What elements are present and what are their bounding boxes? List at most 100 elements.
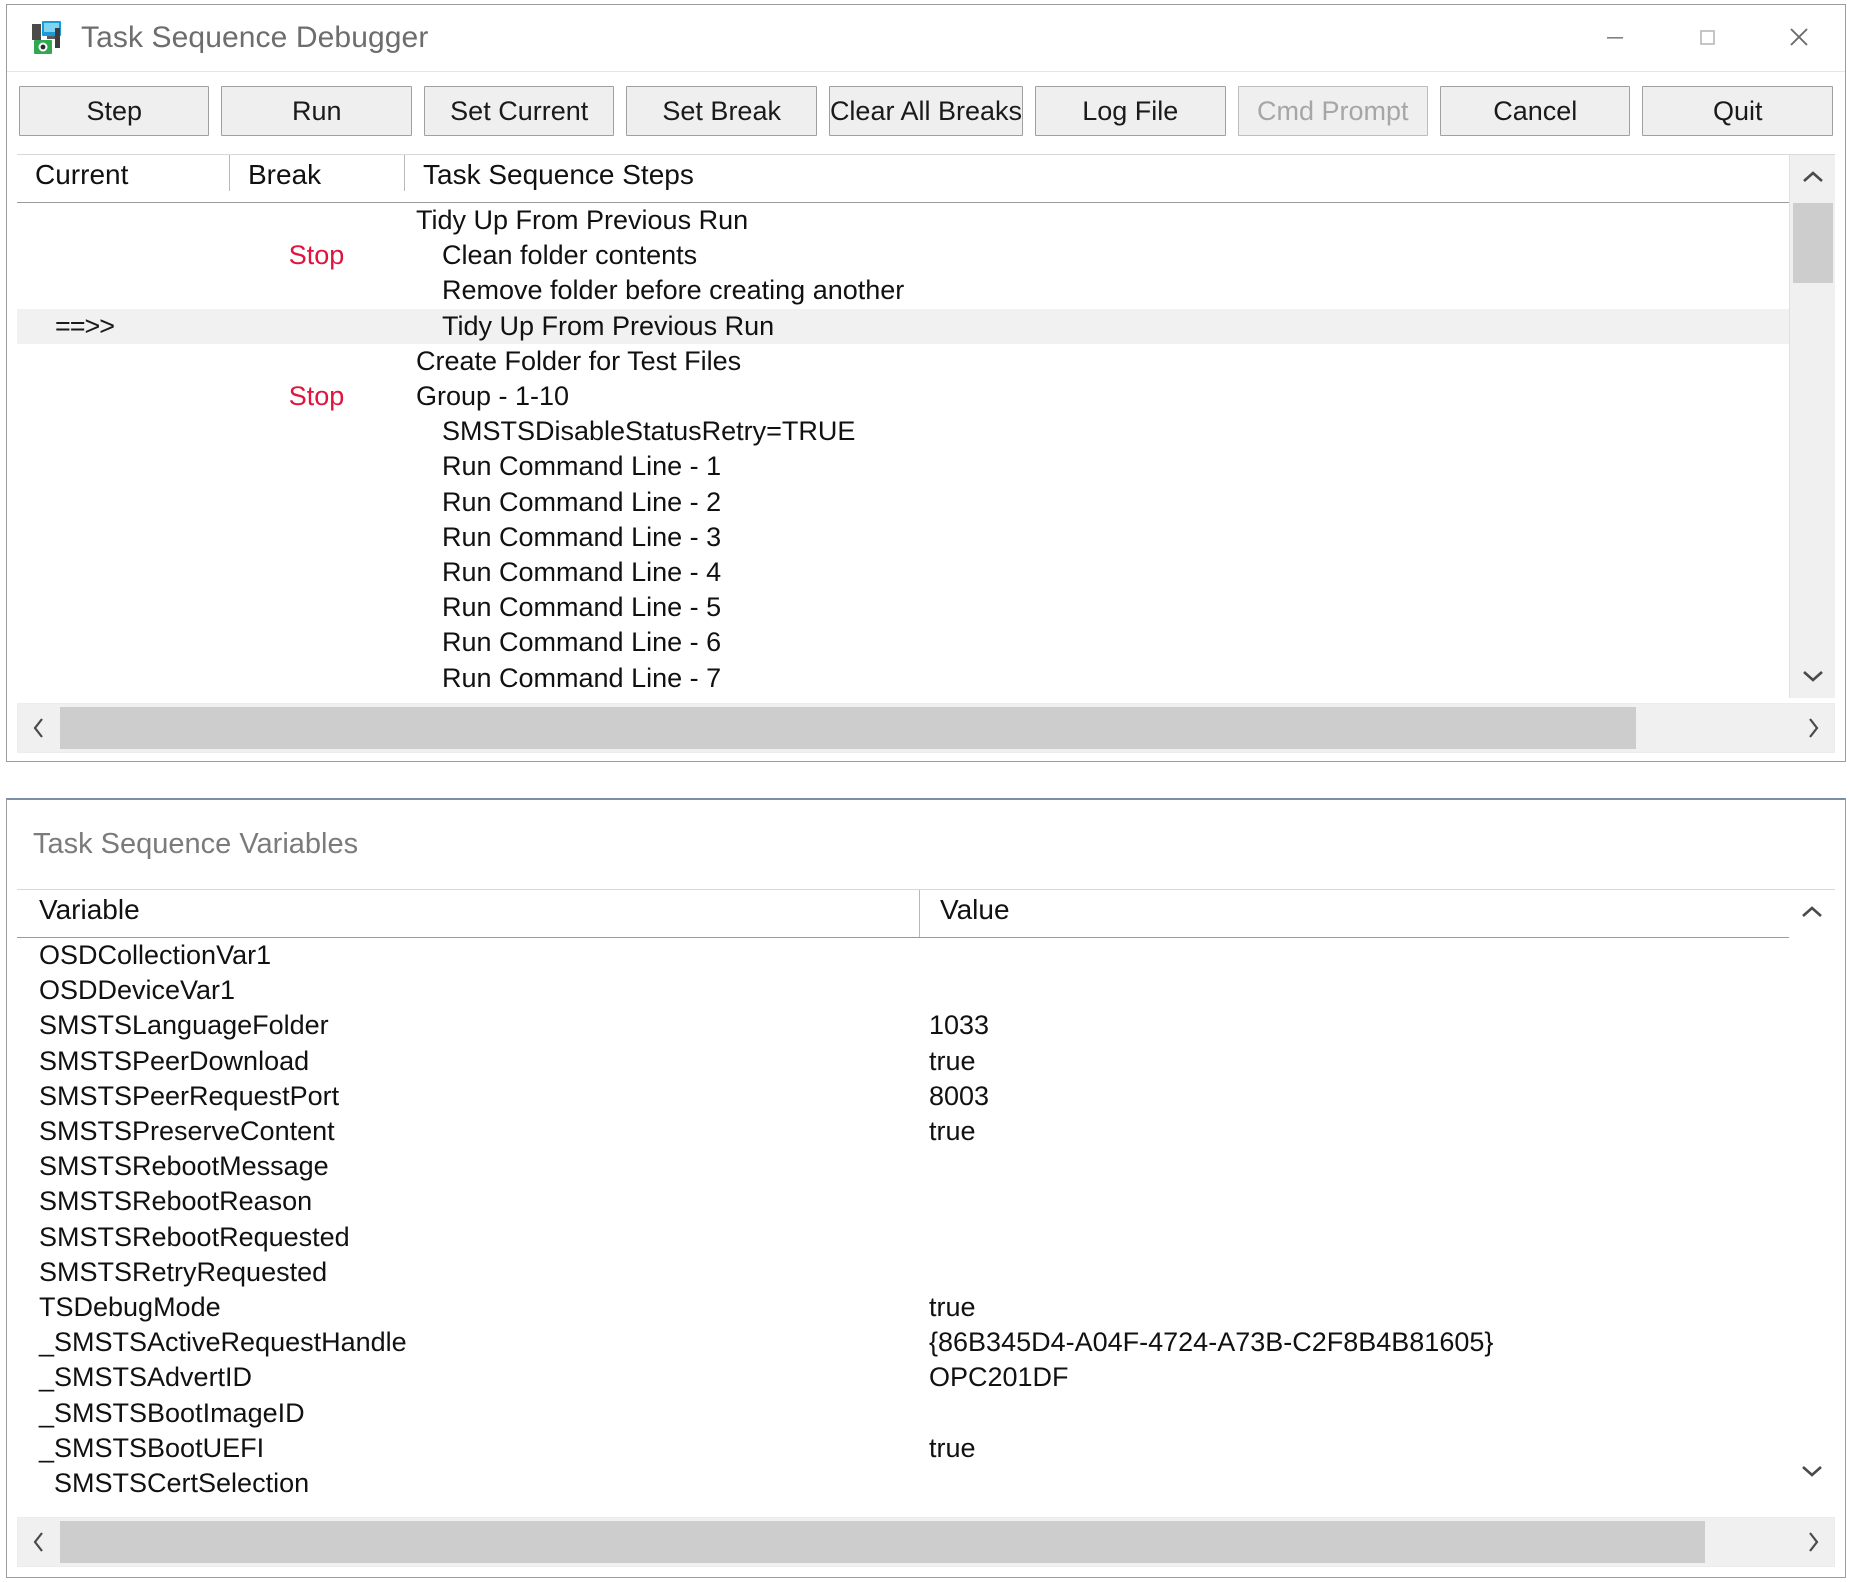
variable-name: _SMSTSBootUEFI xyxy=(17,1433,917,1464)
column-header-value[interactable]: Value xyxy=(919,890,1835,937)
set-break-button[interactable]: Set Break xyxy=(626,86,816,136)
table-row[interactable]: SMSTSPeerRequestPort8003 xyxy=(17,1079,1834,1114)
table-row[interactable]: _SMSTSCertSelection xyxy=(17,1466,1834,1493)
variables-column-headers: Variable Value xyxy=(17,890,1835,938)
steps-horizontal-scrollbar[interactable] xyxy=(17,703,1835,753)
steps-hscroll-thumb[interactable] xyxy=(60,707,1636,749)
variables-hscroll-track[interactable] xyxy=(60,1518,1792,1566)
table-row[interactable]: SMSTSRebootReason xyxy=(17,1184,1834,1219)
step-break-marker: Stop xyxy=(229,381,404,412)
table-row[interactable]: SMSTSLanguageFolder1033 xyxy=(17,1008,1834,1043)
step-name: Tidy Up From Previous Run xyxy=(404,311,1834,342)
minimize-icon xyxy=(1601,23,1629,51)
window-title: Task Sequence Debugger xyxy=(81,21,428,55)
step-name: Run Command Line - 6 xyxy=(404,627,1834,658)
table-row[interactable]: SMSTSRetryRequested xyxy=(17,1255,1834,1290)
step-break-marker: Stop xyxy=(229,240,404,271)
table-row[interactable]: SMSTSRebootRequested xyxy=(17,1220,1834,1255)
column-header-break[interactable]: Break xyxy=(229,155,404,191)
table-row[interactable]: SMSTSRebootMessage xyxy=(17,1149,1834,1184)
variable-name: SMSTSRebootRequested xyxy=(17,1222,917,1253)
variable-name: _SMSTSAdvertID xyxy=(17,1362,917,1393)
variables-horizontal-scrollbar[interactable] xyxy=(17,1517,1835,1567)
table-row[interactable]: TSDebugModetrue xyxy=(17,1290,1834,1325)
step-name: Remove folder before creating another xyxy=(404,275,1834,306)
table-row[interactable]: OSDDeviceVar1 xyxy=(17,973,1834,1008)
debugger-toolbar: Step Run Set Current Set Break Clear All… xyxy=(7,72,1845,146)
step-name: Clean folder contents xyxy=(404,240,1834,271)
table-row[interactable]: Run Command Line - 4 xyxy=(17,555,1834,590)
cancel-button[interactable]: Cancel xyxy=(1440,86,1630,136)
table-row[interactable]: Run Command Line - 1 xyxy=(17,449,1834,484)
variable-value: 8003 xyxy=(917,1081,1834,1112)
table-row[interactable]: StopGroup - 1-10 xyxy=(17,379,1834,414)
column-header-variable[interactable]: Variable xyxy=(39,890,919,937)
step-name: Create Folder for Test Files xyxy=(404,346,1834,377)
table-row[interactable]: SMSTSPeerDownloadtrue xyxy=(17,1044,1834,1079)
variables-vertical-scrollbar[interactable] xyxy=(1789,890,1835,1493)
variable-name: SMSTSPeerDownload xyxy=(17,1046,917,1077)
variable-value: true xyxy=(917,1116,1834,1147)
chevron-right-icon[interactable] xyxy=(1792,704,1834,752)
table-row[interactable]: Remove folder before creating another xyxy=(17,273,1834,308)
variable-name: OSDDeviceVar1 xyxy=(17,975,917,1006)
variable-name: SMSTSRebootReason xyxy=(17,1186,917,1217)
table-row[interactable]: _SMSTSBootUEFItrue xyxy=(17,1431,1834,1466)
table-row[interactable]: SMSTSDisableStatusRetry=TRUE xyxy=(17,414,1834,449)
variable-value: OPC201DF xyxy=(917,1362,1834,1393)
table-row[interactable]: Tidy Up From Previous Run xyxy=(17,203,1834,238)
quit-button[interactable]: Quit xyxy=(1642,86,1832,136)
chevron-down-icon[interactable] xyxy=(1789,1449,1835,1493)
table-row[interactable]: _SMSTSActiveRequestHandle{86B345D4-A04F-… xyxy=(17,1325,1834,1360)
chevron-left-icon[interactable] xyxy=(18,1518,60,1566)
minimize-button[interactable] xyxy=(1569,5,1661,69)
close-button[interactable] xyxy=(1753,5,1845,69)
chevron-up-icon[interactable] xyxy=(1790,155,1835,199)
variable-name: SMSTSLanguageFolder xyxy=(17,1010,917,1041)
step-name: Run Command Line - 3 xyxy=(404,522,1834,553)
step-name: Tidy Up From Previous Run xyxy=(404,205,1834,236)
table-row[interactable]: Run Command Line - 3 xyxy=(17,520,1834,555)
step-name: Run Command Line - 1 xyxy=(404,451,1834,482)
column-header-steps[interactable]: Task Sequence Steps xyxy=(404,155,1835,191)
chevron-right-icon[interactable] xyxy=(1792,1518,1834,1566)
table-row[interactable]: SMSTSPreserveContenttrue xyxy=(17,1114,1834,1149)
variable-value: true xyxy=(917,1046,1834,1077)
table-row[interactable]: Create Folder for Test Files xyxy=(17,344,1834,379)
table-row[interactable]: Run Command Line - 2 xyxy=(17,485,1834,520)
steps-vertical-scrollbar[interactable] xyxy=(1789,155,1835,698)
title-bar: Task Sequence Debugger xyxy=(7,5,1845,72)
variables-hscroll-thumb[interactable] xyxy=(60,1521,1705,1563)
chevron-down-icon[interactable] xyxy=(1790,654,1835,698)
steps-scroll-thumb[interactable] xyxy=(1793,203,1833,283)
step-name: Run Command Line - 5 xyxy=(404,592,1834,623)
step-name: SMSTSDisableStatusRetry=TRUE xyxy=(404,416,1834,447)
clear-all-breaks-button[interactable]: Clear All Breaks xyxy=(829,86,1023,136)
variable-value: {86B345D4-A04F-4724-A73B-C2F8B4B81605} xyxy=(917,1327,1834,1358)
steps-hscroll-track[interactable] xyxy=(60,704,1792,752)
column-header-current[interactable]: Current xyxy=(35,155,229,191)
variable-name: _SMSTSBootImageID xyxy=(17,1398,917,1429)
set-current-button[interactable]: Set Current xyxy=(424,86,614,136)
cmd-prompt-button: Cmd Prompt xyxy=(1238,86,1428,136)
table-row[interactable]: Run Command Line - 5 xyxy=(17,590,1834,625)
table-row[interactable]: StopClean folder contents xyxy=(17,238,1834,273)
step-name: Group - 1-10 xyxy=(404,381,1834,412)
maximize-button[interactable] xyxy=(1661,5,1753,69)
table-row[interactable]: _SMSTSAdvertIDOPC201DF xyxy=(17,1360,1834,1395)
variable-name: _SMSTSActiveRequestHandle xyxy=(17,1327,917,1358)
table-row[interactable]: Run Command Line - 6 xyxy=(17,625,1834,660)
variable-name: _SMSTSCertSelection xyxy=(17,1468,917,1493)
chevron-up-icon[interactable] xyxy=(1789,890,1835,934)
run-button[interactable]: Run xyxy=(221,86,411,136)
step-button[interactable]: Step xyxy=(19,86,209,136)
table-row[interactable]: ==>>Tidy Up From Previous Run xyxy=(17,309,1834,344)
maximize-icon xyxy=(1693,23,1721,51)
window-controls xyxy=(1569,5,1845,69)
table-row[interactable]: _SMSTSBootImageID xyxy=(17,1395,1834,1430)
table-row[interactable]: OSDCollectionVar1 xyxy=(17,938,1834,973)
table-row[interactable]: Run Command Line - 7 xyxy=(17,660,1834,695)
chevron-left-icon[interactable] xyxy=(18,704,60,752)
step-name: Run Command Line - 2 xyxy=(404,487,1834,518)
log-file-button[interactable]: Log File xyxy=(1035,86,1225,136)
